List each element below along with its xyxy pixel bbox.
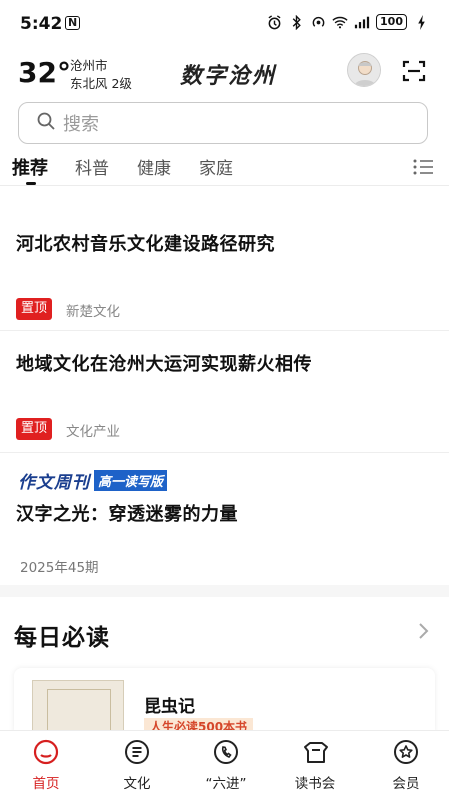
divider [0,452,449,453]
article-source: 文化产业 [66,424,120,440]
temperature: 32° [18,56,71,89]
status-bar: 5:42 N 100 [0,0,449,46]
nav-member[interactable]: 会员 [366,739,446,792]
magazine-banner: 作文周刊 高一读写版 [18,468,168,493]
nav-label: “六进” [205,776,247,792]
nfc-icon: N [65,16,81,30]
alarm-icon [266,14,282,30]
status-time: 5:42 [20,14,63,34]
bottom-nav: 首页 文化 “六进” 读书会 会员 [0,730,449,800]
app-screen: 5:42 N 100 32° 沧州市 东北风 2级 数字沧州 搜索 推荐 科普 … [0,0,449,800]
tab-family[interactable]: 家庭 [199,154,233,179]
culture-icon [124,739,150,765]
signal-icon [354,14,370,30]
city-name: 沧州市 [70,58,108,73]
wifi-icon [332,14,348,30]
nav-label: 首页 [32,776,60,792]
hotspot-icon [310,14,326,30]
tab-health[interactable]: 健康 [137,154,171,179]
tab-menu-icon[interactable] [412,158,434,176]
weather-location[interactable]: 沧州市 东北风 2级 [70,57,132,93]
article-title[interactable]: 地域文化在沧州大运河实现薪火相传 [16,350,312,376]
battery-icon: 100 [376,14,407,30]
book-title: 昆虫记 [144,697,195,717]
pinned-badge: 置顶 [16,418,53,440]
divider [0,330,449,331]
home-icon [33,739,59,765]
section-title: 每日必读 [14,625,110,651]
brand-logo: 数字沧州 [180,63,277,89]
magazine-edition: 高一读写版 [94,470,168,491]
search-icon [37,112,55,134]
status-icons: 100 [266,14,429,30]
nav-book-club[interactable]: 读书会 [275,739,355,792]
tab-science[interactable]: 科普 [75,154,109,179]
tab-indicator [26,182,36,185]
member-icon [393,739,419,765]
nav-label: 文化 [123,776,151,792]
article-title[interactable]: 汉字之光：穿透迷雾的力量 [16,500,238,526]
nav-home[interactable]: 首页 [6,739,86,792]
chevron-right-icon[interactable] [416,621,430,641]
search-placeholder: 搜索 [63,114,99,135]
charging-icon [413,14,429,30]
avatar[interactable] [347,53,381,87]
article-title[interactable]: 河北农村音乐文化建设路径研究 [16,230,275,256]
category-tabs: 推荐 科普 健康 家庭 [0,150,449,186]
magazine-title: 作文周刊 [18,473,90,493]
section-divider [0,585,449,597]
six-entries-icon [213,739,239,765]
bluetooth-icon [288,14,304,30]
search-input[interactable]: 搜索 [18,102,428,144]
book-card[interactable]: 昆虫记 人生必读500本书 [14,668,435,738]
nav-label: 会员 [392,776,420,792]
book-club-icon [302,739,328,765]
wind-info: 东北风 2级 [70,76,132,91]
pinned-badge: 置顶 [16,298,53,320]
nav-culture[interactable]: 文化 [97,739,177,792]
tab-recommend[interactable]: 推荐 [12,154,48,180]
scan-icon[interactable] [402,60,426,82]
app-header: 32° 沧州市 东北风 2级 数字沧州 [0,50,449,98]
issue-number: 2025年45期 [20,560,99,576]
nav-label: 读书会 [294,776,336,792]
article-source: 新楚文化 [66,304,120,320]
nav-six-entries[interactable]: “六进” [186,739,266,792]
